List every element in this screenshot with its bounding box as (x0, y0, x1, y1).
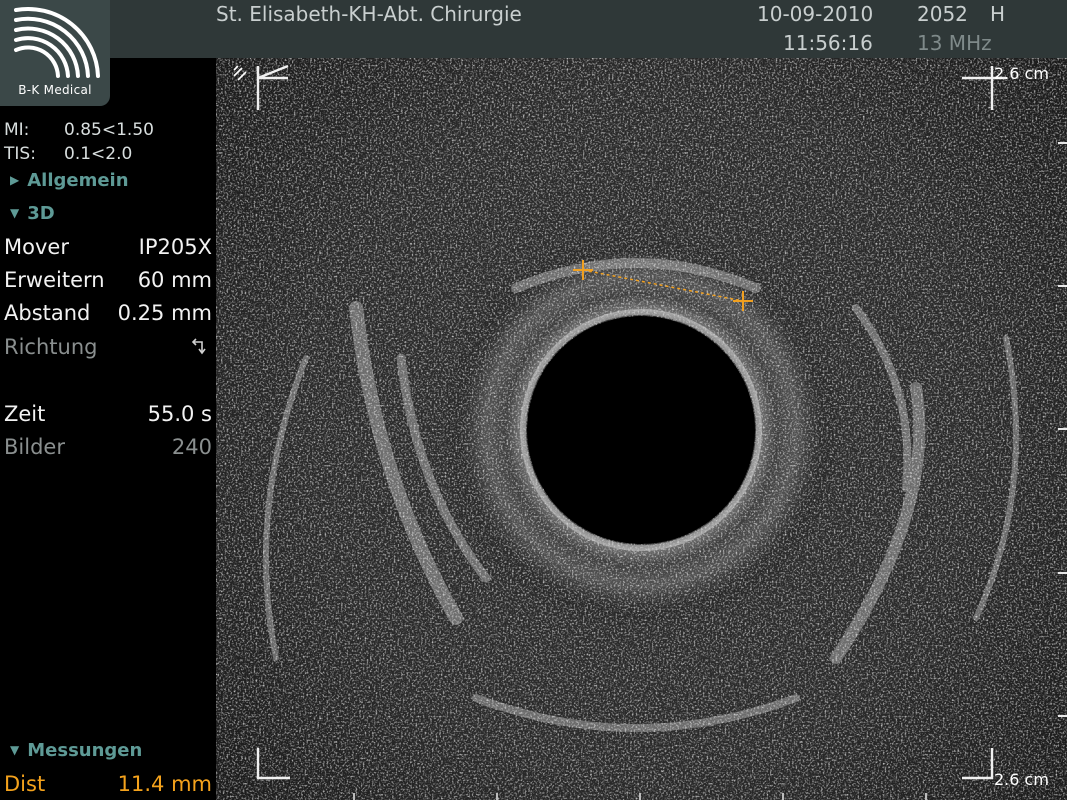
logo-text: B-K Medical (18, 83, 92, 97)
row-label: Mover (4, 235, 69, 259)
row-bilder[interactable]: Bilder 240 (4, 435, 212, 461)
measurement-label: Dist (4, 772, 46, 796)
logo-waves-icon (14, 6, 100, 78)
depth-scale-top: 2.6 cm (994, 64, 1049, 83)
orientation-marker: H (990, 2, 1006, 26)
width-tick (782, 793, 784, 800)
width-tick (353, 793, 355, 800)
depth-tick (1058, 285, 1067, 287)
row-label: Erweitern (4, 268, 105, 292)
depth-scale-bottom: 2.6 cm (994, 770, 1049, 789)
width-tick (639, 793, 641, 800)
bk-medical-logo: B-K Medical (0, 0, 110, 106)
direction-icon (190, 336, 212, 363)
width-tick (925, 793, 927, 800)
frame-number: 2052 (917, 2, 968, 26)
row-mover[interactable]: Mover IP205X (4, 235, 212, 261)
mi-label: MI: (4, 120, 30, 140)
row-value: 55.0 s (147, 402, 212, 426)
left-panel: MI: 0.85<1.50 TIS: 0.1<2.0 ▶ Allgemein ▼ 3… (0, 106, 216, 800)
expand-right-icon: ▶ (10, 173, 20, 187)
row-richtung[interactable]: Richtung (4, 335, 212, 361)
exam-date: 10-09-2010 (757, 2, 874, 26)
row-label: Bilder (4, 435, 65, 459)
row-value: 240 (171, 435, 212, 459)
exam-time: 11:56:16 (783, 31, 873, 55)
measurement-value: 11.4 mm (117, 772, 212, 796)
section-messungen-label: Messungen (27, 740, 143, 761)
row-value: IP205X (138, 235, 212, 259)
ultrasound-image[interactable]: 2.6 cm 2.6 cm (216, 58, 1067, 800)
row-value: 0.25 mm (117, 301, 212, 325)
collapse-down-icon: ▼ (10, 206, 20, 220)
measurement-dist[interactable]: Dist 11.4 mm (4, 772, 212, 798)
section-messungen[interactable]: ▼ Messungen (10, 740, 142, 761)
width-tick (496, 793, 498, 800)
section-allgemein-label: Allgemein (27, 170, 129, 191)
depth-tick (1058, 715, 1067, 717)
row-label: Richtung (4, 335, 98, 359)
row-label: Zeit (4, 402, 46, 426)
depth-tick (1058, 428, 1067, 430)
row-label: Abstand (4, 301, 91, 325)
collapse-down-icon: ▼ (10, 743, 20, 757)
depth-tick (1058, 572, 1067, 574)
tis-label: TIS: (4, 144, 36, 164)
row-erweitern[interactable]: Erweitern 60 mm (4, 268, 212, 294)
ultrasound-scan (216, 58, 1067, 800)
tis-value: 0.1<2.0 (64, 144, 133, 164)
row-zeit[interactable]: Zeit 55.0 s (4, 402, 212, 428)
transducer-frequency: 13 MHz (917, 31, 992, 55)
section-3d-label: 3D (27, 203, 55, 224)
row-abstand[interactable]: Abstand 0.25 mm (4, 301, 212, 327)
section-3d[interactable]: ▼ 3D (10, 203, 55, 224)
section-allgemein[interactable]: ▶ Allgemein (10, 170, 129, 191)
hospital-name: St. Elisabeth-KH-Abt. Chirurgie (216, 2, 522, 26)
row-value: 60 mm (137, 268, 212, 292)
mi-value: 0.85<1.50 (64, 120, 154, 140)
direction-arrows-icon (191, 338, 206, 355)
depth-tick (1058, 142, 1067, 144)
header-bar: St. Elisabeth-KH-Abt. Chirurgie 10-09-20… (0, 0, 1067, 58)
